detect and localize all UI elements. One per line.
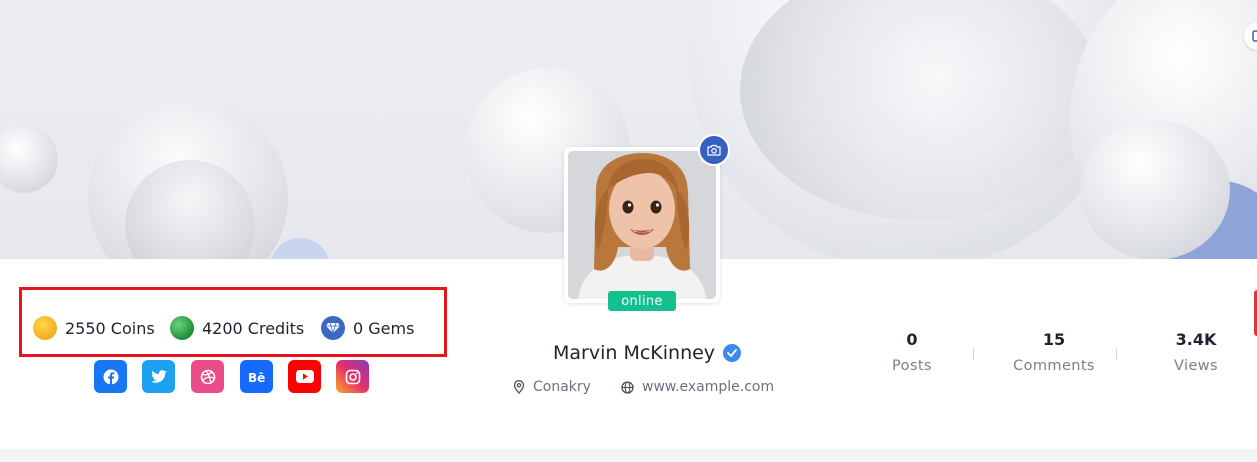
gem-icon <box>321 316 345 340</box>
status-badge: online <box>608 291 676 311</box>
verified-icon <box>723 344 742 362</box>
dribbble-icon <box>200 369 215 384</box>
stat-comments: 15 Comments <box>994 330 1114 374</box>
map-pin-icon <box>513 380 525 394</box>
location: Conakry <box>513 379 591 395</box>
camera-icon <box>707 144 721 156</box>
coins-label: 2550 Coins <box>65 318 155 338</box>
stat-value: 3.4K <box>1175 330 1217 349</box>
stat-value: 0 <box>906 330 918 349</box>
avatar <box>564 147 720 303</box>
credits-stat: 4200 Credits <box>170 316 304 340</box>
instagram-icon <box>345 369 360 384</box>
stat-posts: 0 Posts <box>852 330 972 374</box>
stat-views: 3.4K Views <box>1136 330 1256 374</box>
stat-label: Posts <box>892 358 932 374</box>
profile-name: Marvin McKinney <box>553 342 716 364</box>
edit-icon <box>1252 30 1257 42</box>
stat-divider <box>1116 348 1117 360</box>
gems-stat: 0 Gems <box>321 316 414 340</box>
globe-icon <box>621 380 634 394</box>
dribbble-link[interactable] <box>191 360 224 393</box>
stat-value: 15 <box>1042 330 1066 349</box>
svg-text:Bē: Bē <box>248 371 265 383</box>
gems-label: 0 Gems <box>353 318 415 338</box>
avatar-image <box>568 151 716 299</box>
stat-label: Comments <box>1013 358 1095 374</box>
behance-icon: Bē <box>248 371 265 383</box>
website[interactable]: www.example.com <box>621 379 774 395</box>
twitter-icon <box>150 369 167 383</box>
coins-stat: 2550 Coins <box>33 316 155 340</box>
youtube-link[interactable] <box>288 360 321 393</box>
location-text: Conakry <box>533 379 591 395</box>
facebook-link[interactable] <box>94 360 127 393</box>
stat-divider <box>973 348 974 360</box>
credit-icon <box>170 316 194 340</box>
credits-label: 4200 Credits <box>202 318 305 338</box>
youtube-icon <box>295 370 314 383</box>
twitter-link[interactable] <box>142 360 175 393</box>
website-link[interactable]: www.example.com <box>642 379 774 395</box>
behance-link[interactable]: Bē <box>240 360 273 393</box>
facebook-icon <box>103 369 118 385</box>
coin-icon <box>33 316 57 340</box>
profile-name-row: Marvin McKinney <box>553 342 742 364</box>
instagram-link[interactable] <box>336 360 369 393</box>
stat-label: Views <box>1174 358 1218 374</box>
change-avatar-button[interactable] <box>698 134 730 166</box>
